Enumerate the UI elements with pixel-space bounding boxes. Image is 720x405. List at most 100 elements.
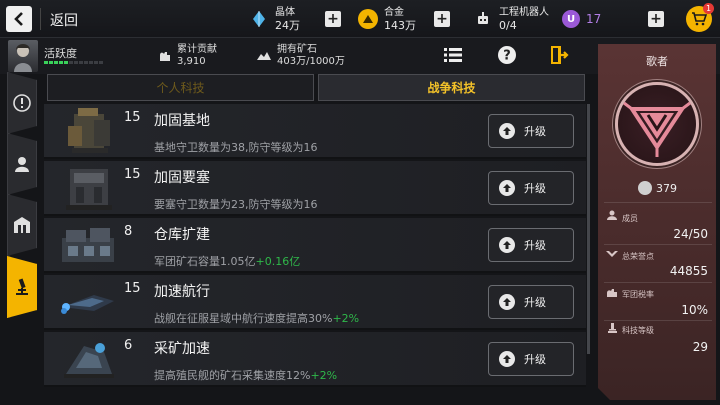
building-icon <box>13 216 31 234</box>
activity-segment <box>49 61 53 64</box>
upgrade-button[interactable]: 升级 <box>488 285 574 319</box>
mining-speed-image <box>54 334 122 385</box>
tech-desc-text: 要塞守卫数量为23,防守等级为16 <box>154 198 318 211</box>
svg-text:?: ? <box>503 49 511 64</box>
tech-name: 采矿加速 <box>154 341 210 357</box>
robot-icon <box>473 9 493 29</box>
back-label[interactable]: 返回 <box>50 10 78 30</box>
tech-description: 要塞守卫数量为23,防守等级为16 <box>154 196 318 212</box>
tech-level-icon <box>606 323 618 333</box>
stat-value: 29 <box>692 340 708 354</box>
robot-label: 工程机器人 <box>499 7 549 18</box>
person-icon <box>13 155 31 173</box>
speed-sailing-image <box>54 277 122 328</box>
crystal-resource: 晶体 24万 <box>249 4 300 34</box>
tech-name: 仓库扩建 <box>154 227 210 243</box>
upgrade-label: 升级 <box>524 125 546 138</box>
upgrade-button[interactable]: 升级 <box>488 171 574 205</box>
stat-value: 24/50 <box>673 227 708 241</box>
tech-description: 基地守卫数量为38,防守等级为16 <box>154 139 318 155</box>
cart-badge: 1 <box>703 3 714 14</box>
tech-list[interactable]: 15 加固基地 基地守卫数量为38,防守等级为16 升级 15 加固要塞 要塞守… <box>44 104 586 405</box>
top-bar: 返回 晶体 24万 + 合金 143万 + 工程机器人 0/4 U 17 + 1 <box>0 0 720 38</box>
activity-segment <box>94 61 98 64</box>
activity-segment <box>44 61 48 64</box>
help-button[interactable]: ? <box>495 43 519 67</box>
tax-icon <box>606 287 618 297</box>
contribution-stat: 累计贡献 3,910 <box>158 44 217 68</box>
tech-row-fortify-fortress: 15 加固要塞 要塞守卫数量为23,防守等级为16 升级 <box>44 161 586 216</box>
back-button[interactable] <box>6 6 32 32</box>
divider <box>40 8 41 30</box>
side-tab-base[interactable] <box>7 194 37 256</box>
tech-row-warehouse-expansion: 8 仓库扩建 军团矿石容量1.05亿+0.16亿 升级 <box>44 218 586 273</box>
activity-segment <box>54 61 58 64</box>
premium-value: 17 <box>586 12 602 26</box>
upgrade-button[interactable]: 升级 <box>488 342 574 376</box>
arrow-up-icon <box>499 237 515 253</box>
crystal-value: 24万 <box>275 19 300 32</box>
chevron-left-icon <box>14 12 23 26</box>
tech-description: 提高殖民舰的矿石采集速度12%+2% <box>154 367 337 383</box>
cart-icon <box>692 12 707 26</box>
activity-label: 活跃度 <box>44 47 77 60</box>
upgrade-label: 升级 <box>524 353 546 366</box>
premium-currency-icon: U <box>562 10 580 28</box>
alert-icon <box>13 94 31 112</box>
tech-row-mining-speed: 6 采矿加速 提高殖民舰的矿石采集速度12%+2% 升级 <box>44 332 586 387</box>
tech-desc-text: 军团矿石容量1.05亿 <box>154 255 256 268</box>
alloy-resource: 合金 143万 <box>358 4 416 34</box>
arrow-up-icon <box>499 294 515 310</box>
arrow-up-icon <box>499 123 515 139</box>
arrow-up-icon <box>499 180 515 196</box>
fortify-fortress-image <box>54 163 122 214</box>
divider <box>604 320 712 321</box>
list-scrollbar[interactable] <box>587 104 590 354</box>
stat-label: 科技等级 <box>622 326 654 335</box>
side-tab-notice[interactable] <box>7 72 37 134</box>
list-icon <box>444 48 462 62</box>
exit-legion-button[interactable] <box>547 43 571 67</box>
tech-name: 加固基地 <box>154 113 210 129</box>
crystal-label: 晶体 <box>275 7 295 18</box>
activity-segment <box>99 61 103 64</box>
tech-bonus: +2% <box>332 312 360 325</box>
contribution-icon <box>160 52 170 61</box>
upgrade-button[interactable]: 升级 <box>488 228 574 262</box>
alloy-icon <box>358 9 378 29</box>
add-crystal-button[interactable]: + <box>325 11 341 27</box>
side-tab-members[interactable] <box>7 133 37 195</box>
warehouse-image <box>54 220 122 271</box>
tab-war-tech[interactable]: 战争科技 <box>318 74 585 101</box>
upgrade-label: 升级 <box>524 182 546 195</box>
add-alloy-button[interactable]: + <box>434 11 450 27</box>
side-tab-tech[interactable] <box>7 256 37 318</box>
tech-name: 加固要塞 <box>154 170 210 186</box>
power-icon <box>638 181 652 195</box>
alloy-value: 143万 <box>384 19 416 32</box>
tab-personal-tech[interactable]: 个人科技 <box>47 74 314 101</box>
member-icon <box>606 210 618 220</box>
tech-row-speed-sailing: 15 加速航行 战舰在征服星域中航行速度提高30%+2% 升级 <box>44 275 586 330</box>
stat-value: 44855 <box>669 264 708 278</box>
stat-label: 成员 <box>622 214 638 223</box>
avatar[interactable] <box>8 40 38 72</box>
divider <box>604 244 712 245</box>
list-button[interactable] <box>441 43 465 67</box>
arrow-up-icon <box>499 351 515 367</box>
tech-name: 加速航行 <box>154 284 210 300</box>
upgrade-button[interactable]: 升级 <box>488 114 574 148</box>
honor-icon <box>606 249 618 259</box>
legion-emblem-icon[interactable] <box>615 82 699 166</box>
upgrade-label: 升级 <box>524 296 546 309</box>
ore-stat: 拥有矿石 403万/1000万 <box>256 44 345 68</box>
tech-level: 15 <box>124 167 141 182</box>
tech-level: 15 <box>124 281 141 296</box>
help-icon: ? <box>498 46 516 64</box>
tech-row-fortify-base: 15 加固基地 基地守卫数量为38,防守等级为16 升级 <box>44 104 586 159</box>
robot-value: 0/4 <box>499 19 517 32</box>
activity-segment <box>84 61 88 64</box>
tech-level: 6 <box>124 338 133 353</box>
add-premium-button[interactable]: + <box>648 11 664 27</box>
microscope-icon <box>13 278 31 296</box>
